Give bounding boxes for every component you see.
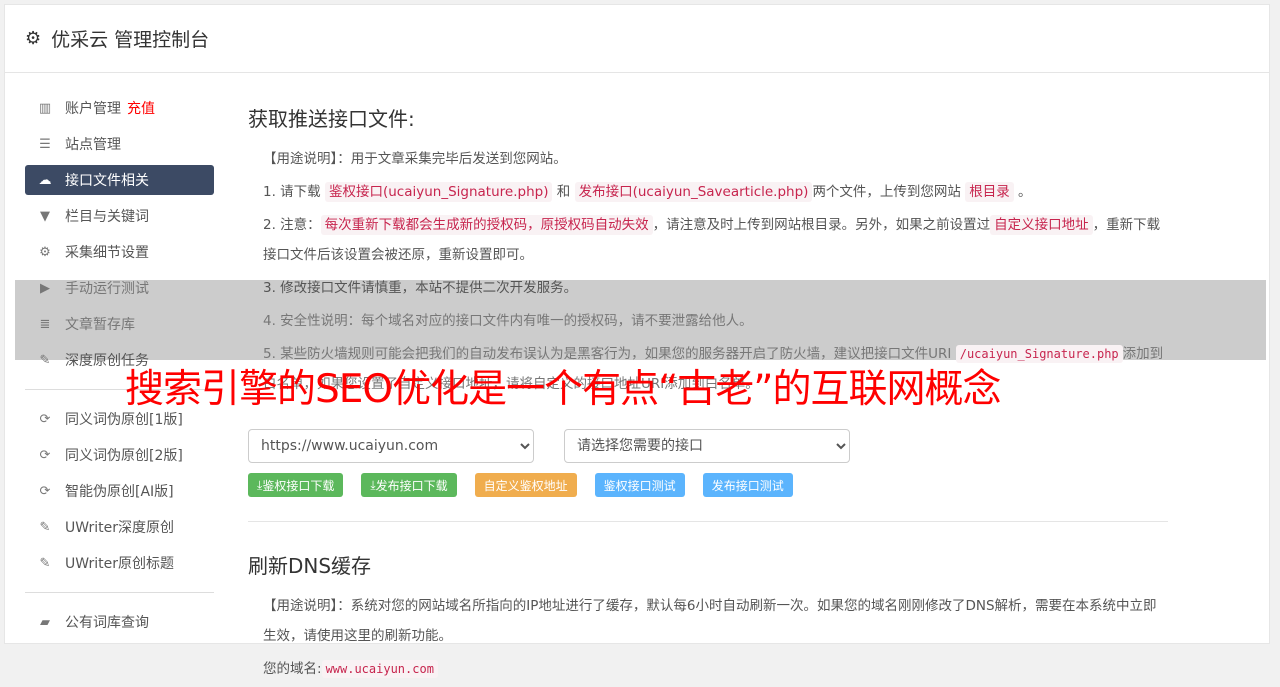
text: 2. 注意： [263, 217, 321, 233]
divider [25, 592, 214, 593]
auth-test-button[interactable]: 鉴权接口测试 [594, 473, 685, 497]
sidebar-item-synonym-2[interactable]: ⟳ 同义词伪原创[2版] [25, 440, 214, 470]
section-title: 获取推送接口文件: [248, 107, 415, 131]
auth-download-button[interactable]: ⤓ 鉴权接口下载 [248, 473, 344, 497]
custom-auth-button[interactable]: 自定义鉴权地址 [474, 473, 577, 497]
sidebar-item-collect-settings[interactable]: ⚙ 采集细节设置 [25, 237, 214, 267]
edit-icon: ✎ [39, 352, 51, 368]
edit-icon: ✎ [39, 555, 51, 571]
sidebar-item-label: 手动运行测试 [65, 281, 149, 297]
sidebar-item-label: 接口文件相关 [65, 173, 149, 189]
filter-icon: ▼ [40, 208, 50, 224]
sidebar-item-label: 智能伪原创[AI版] [65, 484, 174, 500]
step-3: 3. 修改接口文件请慎重，本站不提供二次开发服务。 [263, 280, 578, 296]
divider [248, 521, 1168, 522]
dns-usage: 【用途说明】：系统对您的网站域名所指向的IP地址进行了缓存，默认每6小时自动刷新… [263, 598, 1157, 644]
gear-icon: ⚙ [25, 28, 42, 49]
sidebar-item-sites[interactable]: ☰ 站点管理 [25, 129, 214, 159]
refresh-icon: ⟳ [39, 447, 51, 463]
publish-download-button[interactable]: ⤓ 发布接口下载 [361, 473, 457, 497]
button-label: 发布接口下载 [375, 478, 448, 493]
sidebar-item-uwriter-deep[interactable]: ✎ UWriter深度原创 [25, 512, 214, 542]
highlight: 每次重新下载都会生成新的授权码，原授权码自动失效 [320, 215, 653, 235]
app-header: ⚙ 优采云 管理控制台 [5, 5, 1269, 73]
app-title: 优采云 管理控制台 [51, 29, 210, 51]
highlight: 鉴权接口(ucaiyun_Signature.php) [324, 182, 553, 202]
sidebar-item-api-files[interactable]: ☁ 接口文件相关 [25, 165, 214, 195]
domain-row: 您的域名: www.ucaiyun.com [248, 654, 1168, 684]
publish-test-button[interactable]: 发布接口测试 [702, 473, 793, 497]
sidebar-item-columns[interactable]: ▼ 栏目与关键词 [25, 201, 214, 231]
sidebar-item-label: 账户管理 [65, 101, 121, 117]
sidebar-item-label: 公有词库查询 [65, 615, 149, 631]
text: 两个文件，上传到您网站 [812, 184, 961, 200]
sidebar-item-article-store[interactable]: ≣ 文章暂存库 [25, 309, 214, 339]
domain-label: 您的域名: [263, 661, 322, 677]
sidebar-item-label: 站点管理 [65, 137, 121, 153]
highlight: 发布接口(ucaiyun_Savearticle.php) [574, 182, 813, 202]
text: ，请注意及时上传到网站根目录。另外，如果之前设置过 [652, 217, 991, 233]
highlight: 根目录 [965, 182, 1014, 202]
server-icon: ☰ [39, 136, 51, 152]
step-2: 2. 注意： 每次重新下载都会生成新的授权码，原授权码自动失效 ，请注意及时上传到网… [248, 210, 1168, 270]
refresh-icon: ⟳ [39, 483, 51, 499]
sidebar-item-public-lexicon[interactable]: ▰ 公有词库查询 [25, 607, 214, 637]
cogs-icon: ⚙ [39, 244, 51, 260]
sidebar-item-label: 栏目与关键词 [65, 209, 149, 225]
api-select[interactable]: 请选择您需要的接口 [564, 429, 850, 463]
sidebar-item-manual-run[interactable]: ▶ 手动运行测试 [25, 273, 214, 303]
button-label: 鉴权接口下载 [262, 478, 335, 493]
recharge-link[interactable]: 充值 [127, 98, 155, 118]
button-row: ⤓ 鉴权接口下载 ⤓ 发布接口下载 自定义鉴权地址 鉴权接口测试 发布接口测试 [248, 473, 1168, 497]
refresh-icon: ⟳ [39, 411, 51, 427]
domain-value: www.ucaiyun.com [321, 660, 438, 678]
sidebar-item-label: UWriter原创标题 [65, 556, 174, 572]
text: 和 [556, 184, 571, 200]
select-row: https://www.ucaiyun.com 请选择您需要的接口 [248, 429, 1168, 463]
sidebar-item-label: 采集细节设置 [65, 245, 149, 261]
edit-icon: ✎ [39, 519, 51, 535]
sidebar-item-account[interactable]: ▥ 账户管理 充值 [25, 93, 214, 123]
site-select[interactable]: https://www.ucaiyun.com [248, 429, 534, 463]
highlight: 自定义接口地址 [990, 215, 1093, 235]
dns-title: 刷新DNS缓存 [248, 554, 372, 578]
text: 1. 请下载 [263, 184, 321, 200]
sidebar-item-label: 同义词伪原创[2版] [65, 448, 183, 464]
step-1: 1. 请下载 鉴权接口(ucaiyun_Signature.php) 和 发布接… [248, 177, 1168, 207]
sidebar-item-uwriter-title[interactable]: ✎ UWriter原创标题 [25, 548, 214, 578]
cloud-upload-icon: ☁ [38, 172, 52, 188]
banner-caption: 搜索引擎的SEO优化是一个有点“古老”的互联网概念 [125, 367, 1002, 412]
sidebar-item-label: UWriter深度原创 [65, 520, 174, 536]
bar-chart-icon: ▥ [38, 100, 52, 116]
step-4: 4. 安全性说明：每个域名对应的接口文件内有唯一的授权码，请不要泄露给他人。 [263, 313, 753, 329]
text: 。 [1018, 184, 1032, 200]
sidebar-item-ai[interactable]: ⟳ 智能伪原创[AI版] [25, 476, 214, 506]
book-icon: ▰ [40, 614, 50, 630]
sidebar-item-label: 文章暂存库 [65, 317, 135, 333]
play-icon: ▶ [40, 280, 50, 296]
scrollbar[interactable] [1270, 0, 1280, 640]
usage-text: 【用途说明】：用于文章采集完毕后发送到您网站。 [263, 151, 567, 167]
page-card: ⚙ 优采云 管理控制台 ▥ 账户管理 充值 ☰ 站点管理 ☁ 接口文件相关 ▼ 栏目与关键… [4, 4, 1270, 678]
database-icon: ≣ [39, 316, 51, 332]
